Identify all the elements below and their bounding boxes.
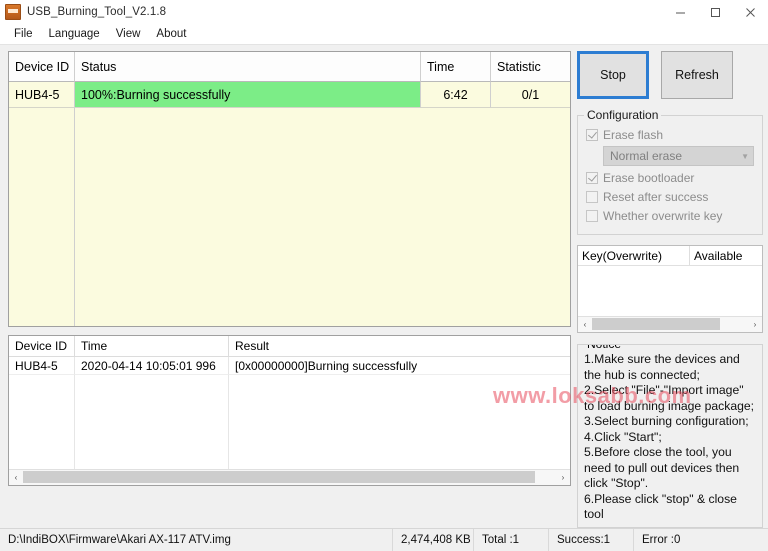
status-file-size: 2,474,408 KB [393,528,474,551]
device-table-col-time[interactable]: Time [421,52,491,82]
log-table-empty-area [9,375,570,469]
log-row-time: 2020-04-14 10:05:01 996 [75,357,229,375]
key-table-hscrollbar[interactable]: ‹ › [578,316,762,332]
erase-mode-dropdown[interactable]: Normal erase ▼ [603,146,754,166]
erase-flash-checkbox[interactable] [586,129,598,141]
scroll-left-icon[interactable]: ‹ [9,470,23,485]
title-bar: USB_Burning_Tool_V2.1.8 [0,0,768,24]
notice-line-2: 2.Select "File"-"Import image" to load b… [584,383,755,413]
log-table-col-result[interactable]: Result [229,336,570,356]
whether-overwrite-key-label: Whether overwrite key [603,209,723,223]
close-icon[interactable] [733,0,768,24]
maximize-icon[interactable] [698,0,733,24]
usb-burning-tool-window: USB_Burning_Tool_V2.1.8 File Language Vi… [0,0,768,551]
erase-mode-value: Normal erase [610,149,683,163]
notice-line-5: 5.Before close the tool, you need to pul… [584,445,743,490]
status-total: Total :1 [474,528,549,551]
device-row-device-id: HUB4-5 [9,82,75,108]
device-table-header: Device ID Status Time Statistic [9,52,570,82]
whether-overwrite-key-row[interactable]: Whether overwrite key [586,207,754,225]
log-table: Device ID Time Result HUB4-5 2020-04-14 … [8,335,571,486]
device-table-col-status[interactable]: Status [75,52,421,82]
table-row[interactable]: HUB4-5 100%:Burning successfully 6:42 0/… [9,82,570,108]
configuration-group: Configuration Erase flash Normal erase ▼… [577,108,763,235]
notice-line-4: 4.Click "Start"; [584,429,662,444]
notice-line-1: 1.Make sure the devices and the hub is c… [584,352,744,382]
window-controls [663,0,768,24]
key-scroll-right-icon[interactable]: › [748,317,762,332]
main-content: Device ID Status Time Statistic HUB4-5 1… [0,45,768,528]
menu-bar: File Language View About [0,24,768,45]
erase-bootloader-label: Erase bootloader [603,171,695,185]
log-table-hscrollbar[interactable]: ‹ › [9,469,570,485]
action-buttons: Stop Refresh [577,51,763,99]
log-table-col-time[interactable]: Time [75,336,229,356]
right-pane: Stop Refresh Configuration Erase flash N… [577,51,763,528]
notice-line-6: 6.Please click "stop" & close tool [584,491,741,522]
scroll-right-icon[interactable]: › [556,470,570,485]
key-table-col-key[interactable]: Key(Overwrite) [578,246,690,265]
reset-after-success-row[interactable]: Reset after success [586,188,754,206]
minimize-icon[interactable] [663,0,698,24]
key-table-header: Key(Overwrite) Available [578,246,762,266]
reset-after-success-checkbox[interactable] [586,191,598,203]
log-row[interactable]: HUB4-5 2020-04-14 10:05:01 996 [0x000000… [9,357,570,375]
log-scroll-thumb[interactable] [23,471,535,483]
device-status-table: Device ID Status Time Statistic HUB4-5 1… [8,51,571,327]
menu-item-view[interactable]: View [108,26,149,42]
configuration-title: Configuration [584,108,662,122]
key-table: Key(Overwrite) Available ‹ › [577,245,763,333]
refresh-button[interactable]: Refresh [661,51,733,99]
status-bar: D:\IndiBOX\Firmware\Akari AX-117 ATV.img… [0,527,768,551]
left-pane: Device ID Status Time Statistic HUB4-5 1… [8,51,571,528]
key-scroll-track[interactable] [592,317,748,332]
status-file-path: D:\IndiBOX\Firmware\Akari AX-117 ATV.img [0,528,393,551]
log-row-device-id: HUB4-5 [9,357,75,375]
menu-item-language[interactable]: Language [41,26,108,42]
notice-title: Notice [584,344,625,351]
status-success: Success:1 [549,528,634,551]
key-scroll-left-icon[interactable]: ‹ [578,317,592,332]
app-icon [5,4,21,20]
window-title: USB_Burning_Tool_V2.1.8 [27,6,167,18]
status-error: Error :0 [642,533,681,546]
erase-flash-label: Erase flash [603,128,664,142]
log-scroll-track[interactable] [23,470,556,485]
menu-item-about[interactable]: About [148,26,194,42]
key-scroll-thumb[interactable] [592,318,720,330]
whether-overwrite-key-checkbox[interactable] [586,210,598,222]
log-row-result: [0x00000000]Burning successfully [229,357,570,375]
chevron-down-icon: ▼ [741,151,749,161]
device-table-col-device-id[interactable]: Device ID [9,52,75,82]
stop-button[interactable]: Stop [577,51,649,99]
notice-line-3: 3.Select burning configuration; [584,414,749,428]
notice-panel: Notice 1.Make sure the devices and the h… [577,344,763,528]
key-table-body [578,266,762,316]
device-table-col-statistic[interactable]: Statistic [491,52,570,82]
log-table-header: Device ID Time Result [9,336,570,357]
erase-bootloader-row[interactable]: Erase bootloader [586,169,754,187]
key-table-col-available[interactable]: Available [690,246,762,265]
device-row-status: 100%:Burning successfully [75,82,421,108]
erase-bootloader-checkbox[interactable] [586,172,598,184]
erase-flash-row[interactable]: Erase flash [586,126,754,144]
reset-after-success-label: Reset after success [603,190,709,204]
device-row-statistic: 0/1 [491,82,570,108]
menu-item-file[interactable]: File [6,26,41,42]
log-table-col-device-id[interactable]: Device ID [9,336,75,356]
device-table-empty-area [9,108,570,326]
device-row-time: 6:42 [421,82,491,108]
